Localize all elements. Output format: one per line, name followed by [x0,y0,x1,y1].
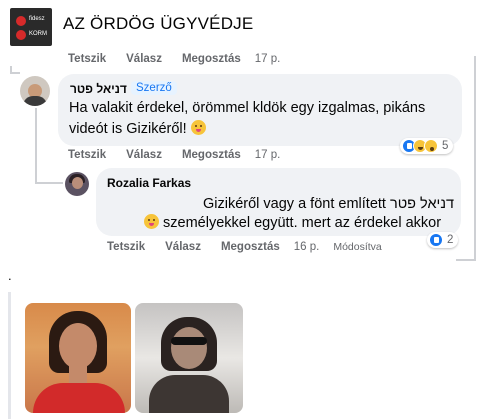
share-button[interactable]: Megosztás [182,53,241,65]
like-reaction-icon [429,233,443,247]
photo-woman-sunglasses[interactable] [135,303,243,413]
thumb-text: fidesz [29,16,45,22]
tongue-face-emoji-icon [190,120,206,135]
post-thumbnail[interactable]: fidesz KORM [10,8,52,46]
quote-bar [8,292,11,419]
comment-actions: Tetszik Válasz Megosztás 17 p. [68,149,294,161]
comment-actions: Tetszik Válasz Megosztás 16 p. Módosítva [107,241,382,253]
comment-text: Ha valakit érdekel, örömmel kldök egy iz… [69,100,426,137]
separator-dot: . [8,268,12,283]
share-button[interactable]: Megosztás [182,149,241,161]
comment-bubble: Rozalia Farkas Gizikéről vagy a fönt eml… [96,168,461,236]
thread-line [474,56,476,261]
timestamp[interactable]: 17 p. [255,53,281,65]
reaction-count: 2 [447,234,454,246]
comment-text: Gizikéről vagy a fönt említett דניאל פטר [203,196,454,212]
reaction-count: 5 [442,140,449,152]
reaction-summary[interactable]: 5 [400,138,454,154]
like-button[interactable]: Tetszik [68,149,106,161]
smile-emoji-icon [144,214,159,229]
comment-bubble: דניאל פטר Szerző Ha valakit érdekel, örö… [58,74,462,146]
avatar[interactable] [20,76,50,106]
thumb-logo-shape [16,16,26,26]
like-button[interactable]: Tetszik [68,53,106,65]
reaction-summary[interactable]: 2 [427,232,459,248]
reply-button[interactable]: Válasz [126,53,162,65]
avatar[interactable] [65,172,89,196]
like-button[interactable]: Tetszik [107,241,145,253]
thread-line [35,108,37,184]
comment-actions-top: Tetszik Válasz Megosztás 17 p. [68,53,294,65]
reply-button[interactable]: Válasz [165,241,201,253]
thumb-text: KORM [29,31,47,37]
comment-text: személyekkel együtt. mert az érdekel akk… [144,213,454,234]
edited-label: Módosítva [333,241,382,253]
thread-line [456,259,476,261]
page-title[interactable]: AZ ÖRDÖG ÜGYVÉDJE [63,14,253,34]
photo-woman-red-top[interactable] [25,303,131,413]
thread-line [35,182,63,184]
timestamp[interactable]: 17 p. [255,149,281,161]
author-badge: Szerző [131,81,177,95]
share-button[interactable]: Megosztás [221,241,280,253]
comment-thread: fidesz KORM AZ ÖRDÖG ÜGYVÉDJE Tetszik Vá… [0,0,493,419]
thumb-logo-shape [16,30,26,40]
reply-button[interactable]: Válasz [126,149,162,161]
thread-line [10,72,20,74]
comment-author[interactable]: דניאל פטר [70,82,127,96]
comment-author[interactable]: Rozalia Farkas [107,176,191,190]
timestamp[interactable]: 16 p. [294,241,320,253]
wow-reaction-icon [424,139,438,153]
